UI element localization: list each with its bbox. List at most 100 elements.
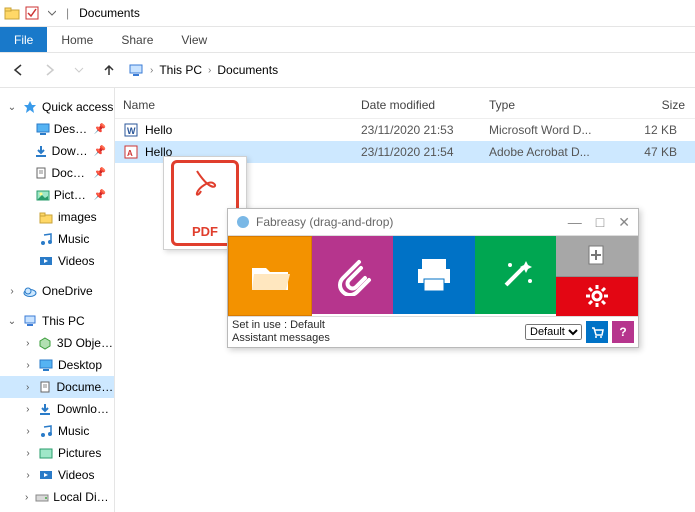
separator: |: [66, 6, 69, 20]
sidebar-pc-videos[interactable]: ›Videos: [0, 464, 114, 486]
tab-share[interactable]: Share: [107, 27, 167, 52]
quick-access-check-icon[interactable]: [24, 5, 40, 21]
desktop-icon: [36, 121, 50, 137]
folder-icon: [38, 209, 54, 225]
fabreasy-title: Fabreasy (drag-and-drop): [256, 215, 393, 229]
expand-icon[interactable]: ›: [22, 360, 34, 371]
sidebar-pc-localdisk[interactable]: ›Local Disk (C:): [0, 486, 114, 508]
pictures-icon: [38, 445, 54, 461]
status-line-1: Set in use : Default: [232, 319, 330, 332]
pin-icon: 📌: [94, 146, 106, 157]
status-line-2: Assistant messages: [232, 332, 330, 345]
sidebar-this-pc[interactable]: ⌄This PC: [0, 310, 114, 332]
folder-icon: [4, 5, 20, 21]
col-date[interactable]: Date modified: [353, 98, 481, 112]
tab-file[interactable]: File: [0, 27, 47, 52]
pictures-icon: [36, 187, 50, 203]
tile-open-folder[interactable]: [228, 236, 312, 316]
maximize-button[interactable]: □: [596, 214, 604, 231]
documents-icon: [34, 165, 48, 181]
cloud-icon: [22, 283, 38, 299]
expand-icon[interactable]: ›: [6, 286, 18, 297]
up-button[interactable]: [98, 59, 120, 81]
preset-select[interactable]: Default: [525, 324, 582, 340]
desktop-icon: [38, 357, 54, 373]
drive-icon: [35, 489, 49, 505]
sidebar-qa-documents[interactable]: Documents📌: [0, 162, 114, 184]
chevron-icon[interactable]: ›: [208, 65, 211, 76]
sidebar-qa-downloads[interactable]: Downloads📌: [0, 140, 114, 162]
nav-row: › This PC › Documents: [0, 53, 695, 88]
titlebar: | Documents: [0, 0, 695, 27]
sidebar-qa-images[interactable]: images: [0, 206, 114, 228]
expand-icon[interactable]: ›: [22, 492, 31, 503]
pc-icon: [22, 313, 38, 329]
tile-add-page[interactable]: [556, 236, 638, 277]
sidebar-qa-desktop[interactable]: Desktop📌: [0, 118, 114, 140]
ribbon: File Home Share View: [0, 27, 695, 53]
help-button[interactable]: ?: [612, 321, 634, 343]
close-button[interactable]: ✕: [618, 214, 630, 231]
col-size[interactable]: Size: [617, 98, 695, 112]
minimize-button[interactable]: —: [568, 214, 582, 231]
pc-icon: [128, 62, 144, 78]
sidebar-qa-videos[interactable]: Videos: [0, 250, 114, 272]
pdf-file-icon: A: [123, 144, 139, 160]
chevron-icon[interactable]: ›: [150, 65, 153, 76]
pin-icon: 📌: [94, 168, 106, 179]
col-type[interactable]: Type: [481, 98, 617, 112]
back-button[interactable]: [8, 59, 30, 81]
recent-dropdown[interactable]: [68, 59, 90, 81]
documents-icon: [37, 379, 52, 395]
fabreasy-window[interactable]: Fabreasy (drag-and-drop) — □ ✕: [227, 208, 639, 348]
sidebar-onedrive[interactable]: ›OneDrive: [0, 280, 114, 302]
sidebar-qa-pictures[interactable]: Pictures📌: [0, 184, 114, 206]
sidebar-pc-pictures[interactable]: ›Pictures: [0, 442, 114, 464]
sidebar-pc-music[interactable]: ›Music: [0, 420, 114, 442]
tab-home[interactable]: Home: [47, 27, 107, 52]
sidebar-pc-3d[interactable]: ›3D Objects: [0, 332, 114, 354]
col-name[interactable]: Name: [115, 98, 353, 112]
adobe-pdf-icon: [189, 167, 221, 199]
file-date: 23/11/2020 21:53: [353, 123, 481, 137]
pin-icon: 📌: [94, 190, 106, 201]
file-type: Adobe Acrobat D...: [481, 145, 617, 159]
sidebar-quick-access[interactable]: ⌄ Quick access: [0, 96, 114, 118]
expand-icon[interactable]: ›: [22, 448, 34, 459]
svg-text:A: A: [127, 149, 133, 158]
file-row[interactable]: WHello 23/11/2020 21:53 Microsoft Word D…: [115, 119, 695, 141]
forward-button[interactable]: [38, 59, 60, 81]
sidebar-pc-documents[interactable]: ›Documents: [0, 376, 114, 398]
star-icon: [22, 99, 38, 115]
cart-button[interactable]: [586, 321, 608, 343]
music-icon: [38, 231, 54, 247]
videos-icon: [38, 467, 54, 483]
expand-icon[interactable]: ›: [22, 338, 34, 349]
expand-icon[interactable]: ›: [22, 470, 34, 481]
expand-icon[interactable]: ›: [22, 404, 34, 415]
breadcrumb[interactable]: › This PC › Documents: [128, 62, 278, 78]
breadcrumb-folder[interactable]: Documents: [217, 63, 278, 77]
fabreasy-footer: Set in use : Default Assistant messages …: [228, 316, 638, 347]
window-title: Documents: [79, 6, 140, 20]
sidebar-pc-downloads[interactable]: ›Downloads: [0, 398, 114, 420]
sidebar-pc-cddrive[interactable]: ›CD Drive (D:) Virtual: [0, 508, 114, 512]
tile-magic-wand[interactable]: [475, 236, 557, 314]
music-icon: [38, 423, 54, 439]
collapse-icon[interactable]: ⌄: [6, 316, 18, 327]
pdf-label: PDF: [192, 224, 218, 239]
tile-attachment[interactable]: [312, 236, 394, 314]
pin-icon: 📌: [94, 124, 106, 135]
sidebar-pc-desktop[interactable]: ›Desktop: [0, 354, 114, 376]
content-pane: Name Date modified Type Size WHello 23/1…: [115, 88, 695, 512]
tile-settings[interactable]: [556, 277, 638, 317]
tile-print[interactable]: [393, 236, 475, 314]
expand-icon[interactable]: ›: [22, 426, 34, 437]
expand-icon[interactable]: ›: [22, 382, 33, 393]
sidebar-qa-music[interactable]: Music: [0, 228, 114, 250]
breadcrumb-root[interactable]: This PC: [159, 63, 202, 77]
collapse-icon[interactable]: ⌄: [6, 102, 18, 113]
fabreasy-titlebar[interactable]: Fabreasy (drag-and-drop) — □ ✕: [228, 209, 638, 236]
tab-view[interactable]: View: [167, 27, 221, 52]
quick-access-dropdown-icon[interactable]: [44, 5, 60, 21]
